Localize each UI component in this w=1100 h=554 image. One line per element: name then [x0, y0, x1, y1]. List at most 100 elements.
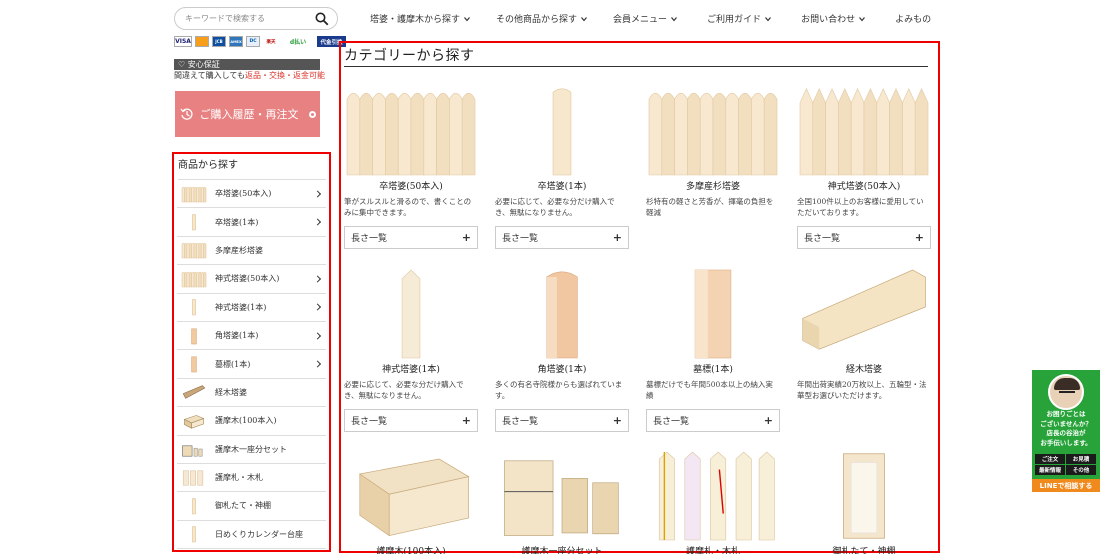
dc-logo: DC: [246, 36, 260, 47]
category-name[interactable]: 護摩木一座分セット: [495, 544, 629, 554]
visa-logo: VISA: [174, 36, 192, 47]
category-card[interactable]: 経木塔婆 年間出荷実績20万枚以上、五輪型・法華型お選びいただけます。: [797, 266, 931, 401]
nav-item-contact[interactable]: お問い合わせ: [801, 12, 866, 25]
category-card[interactable]: 神式塔婆(50本入) 全国100件以上のお客様に愛用していただいております。 長さ一…: [797, 83, 931, 249]
category-image[interactable]: [646, 83, 780, 176]
category-name[interactable]: 多摩産杉塔婆: [646, 179, 780, 192]
category-name[interactable]: 墓標(1本): [646, 362, 780, 375]
sidebar-item[interactable]: 神式塔婆(1本): [177, 294, 326, 322]
category-card[interactable]: 護摩木(100本入): [344, 448, 478, 554]
search-input[interactable]: [185, 14, 305, 23]
category-name[interactable]: 卒塔婆(50本入): [344, 179, 478, 192]
category-panel: カテゴリーから探す 卒塔婆(50本入) 筆がスルスルと滑るので、書くことのみに集中…: [339, 41, 940, 554]
category-image[interactable]: [344, 448, 478, 540]
store-manager-avatar: [1048, 374, 1084, 410]
category-image[interactable]: [344, 266, 478, 359]
category-card[interactable]: 護摩札・木札: [646, 448, 780, 554]
nav-item-reading[interactable]: よみもの: [895, 12, 931, 25]
chevron-down-icon: [859, 16, 866, 21]
length-list-toggle[interactable]: 長さ一覧 +: [495, 409, 629, 432]
help-news-button[interactable]: 最新情報: [1035, 465, 1065, 475]
sidebar-item-label: 神式塔婆(50本入): [215, 274, 280, 284]
sidebar-item-label: 墓標(1本): [215, 359, 251, 369]
sidebar-item[interactable]: 卒塔婆(50本入): [177, 180, 326, 209]
category-image[interactable]: [646, 448, 780, 541]
category-image[interactable]: [344, 83, 478, 176]
category-image[interactable]: [797, 266, 931, 358]
sidebar-item[interactable]: 護摩札・木札: [177, 464, 326, 493]
line-consult-button[interactable]: LINEで相談する: [1032, 479, 1100, 492]
search-box[interactable]: [174, 7, 338, 30]
nav-item-guide[interactable]: ご利用ガイド: [707, 12, 772, 25]
sidebar-item[interactable]: 墓標(1本): [177, 350, 326, 379]
category-name[interactable]: 神式塔婆(50本入): [797, 179, 931, 192]
sidebar-item[interactable]: 護摩木一座分セット: [177, 436, 326, 464]
plus-icon: +: [612, 231, 622, 244]
sidebar-item[interactable]: 御札たて・神棚: [177, 492, 326, 521]
category-thumbnail: [181, 383, 207, 401]
category-thumbnail: [181, 270, 207, 288]
category-thumbnail: [181, 412, 207, 430]
safety-text: 間違えて購入しても返品・交換・返金可能: [174, 71, 325, 80]
sidebar-item-label: 経木塔婆: [215, 387, 247, 397]
length-list-toggle[interactable]: 長さ一覧 +: [344, 226, 478, 249]
category-card[interactable]: 卒塔婆(1本) 必要に応じて、必要な分だけ購入でき、無駄になりません。 長さ一覧 +: [495, 83, 629, 249]
category-image[interactable]: [495, 448, 629, 540]
help-widget[interactable]: お困りごとは ございませんか？ 店長の谷治が お手伝いします。 ご注文 お見積 …: [1032, 370, 1100, 492]
sidebar-item[interactable]: 経木塔婆: [177, 379, 326, 408]
help-order-button[interactable]: ご注文: [1035, 454, 1065, 464]
payment-logos: VISA MC JCB AMEX DC 楽天 d払い 代金引換: [174, 36, 346, 47]
mastercard-logo: MC: [195, 36, 209, 47]
sidebar-item-label: 日めくりカレンダー台座: [215, 529, 303, 539]
category-description: 全国100件以上のお客様に愛用していただいております。: [797, 197, 924, 217]
sidebar-item[interactable]: 卒塔婆(1本): [177, 208, 326, 237]
sidebar-item[interactable]: 神式塔婆(50本入): [177, 265, 326, 294]
purchase-history-button[interactable]: ご購入履歴・再注文: [175, 91, 320, 137]
category-name[interactable]: 卒塔婆(1本): [495, 179, 629, 192]
sidebar-item-label: 護摩札・木札: [215, 473, 263, 483]
category-image[interactable]: [797, 448, 931, 540]
nav-item-member[interactable]: 会員メニュー: [613, 12, 678, 25]
category-name[interactable]: 角塔婆(1本): [495, 362, 629, 375]
length-list-toggle[interactable]: 長さ一覧 +: [495, 226, 629, 249]
category-thumbnail: [181, 469, 207, 487]
dpay-logo: d払い: [289, 39, 307, 46]
category-name[interactable]: 護摩木(100本入): [344, 544, 478, 554]
help-estimate-button[interactable]: お見積: [1066, 454, 1096, 464]
chevron-right-icon: [313, 218, 322, 226]
chevron-down-icon: [581, 16, 587, 21]
help-other-button[interactable]: その他: [1066, 465, 1096, 475]
nav-item-other[interactable]: その他商品から探す: [496, 12, 587, 25]
category-card[interactable]: 神式塔婆(1本) 必要に応じて、必要な分だけ購入でき、無駄になりません。 長さ一覧 +: [344, 266, 478, 432]
plus-icon: +: [461, 414, 471, 427]
category-name[interactable]: 経木塔婆: [797, 362, 931, 375]
safety-banner: ♡ 安心保証: [174, 59, 320, 70]
category-card[interactable]: 卒塔婆(50本入) 筆がスルスルと滑るので、書くことのみに集中できます。 長さ一覧 +: [344, 83, 478, 249]
category-image[interactable]: [495, 83, 629, 176]
category-card[interactable]: 多摩産杉塔婆 杉特有の軽さと芳香が、揮毫の負担を軽減: [646, 83, 780, 218]
category-card[interactable]: 墓標(1本) 墓標だけでも年間500本以上の納入実績 長さ一覧 +: [646, 266, 780, 432]
category-thumbnail: [181, 241, 207, 259]
length-list-toggle[interactable]: 長さ一覧 +: [344, 409, 478, 432]
page-title: カテゴリーから探す: [344, 48, 475, 64]
search-icon[interactable]: [315, 12, 329, 26]
sidebar-item[interactable]: 角塔婆(1本): [177, 322, 326, 351]
sidebar-item[interactable]: 日めくりカレンダー台座: [177, 521, 326, 550]
category-image[interactable]: [495, 266, 629, 359]
chevron-down-icon: [671, 16, 678, 21]
sidebar-item[interactable]: 多摩産杉塔婆: [177, 237, 326, 266]
category-card[interactable]: 護摩木一座分セット: [495, 448, 629, 554]
category-card[interactable]: 角塔婆(1本) 多くの有名寺院様からも選ばれています。 長さ一覧 +: [495, 266, 629, 432]
category-card[interactable]: 御札たて・神棚: [797, 448, 931, 554]
nav-item-toba[interactable]: 塔婆・護摩木から探す: [370, 12, 470, 25]
length-list-toggle[interactable]: 長さ一覧 +: [646, 409, 780, 432]
category-image[interactable]: [797, 83, 931, 176]
history-icon: [180, 108, 193, 120]
category-name[interactable]: 御札たて・神棚: [797, 544, 931, 554]
category-image[interactable]: [646, 266, 780, 359]
category-name[interactable]: 神式塔婆(1本): [344, 362, 478, 375]
plus-icon: +: [612, 414, 622, 427]
length-list-toggle[interactable]: 長さ一覧 +: [797, 226, 931, 249]
category-name[interactable]: 護摩札・木札: [646, 544, 780, 554]
sidebar-item[interactable]: 護摩木(100本入): [177, 407, 326, 436]
